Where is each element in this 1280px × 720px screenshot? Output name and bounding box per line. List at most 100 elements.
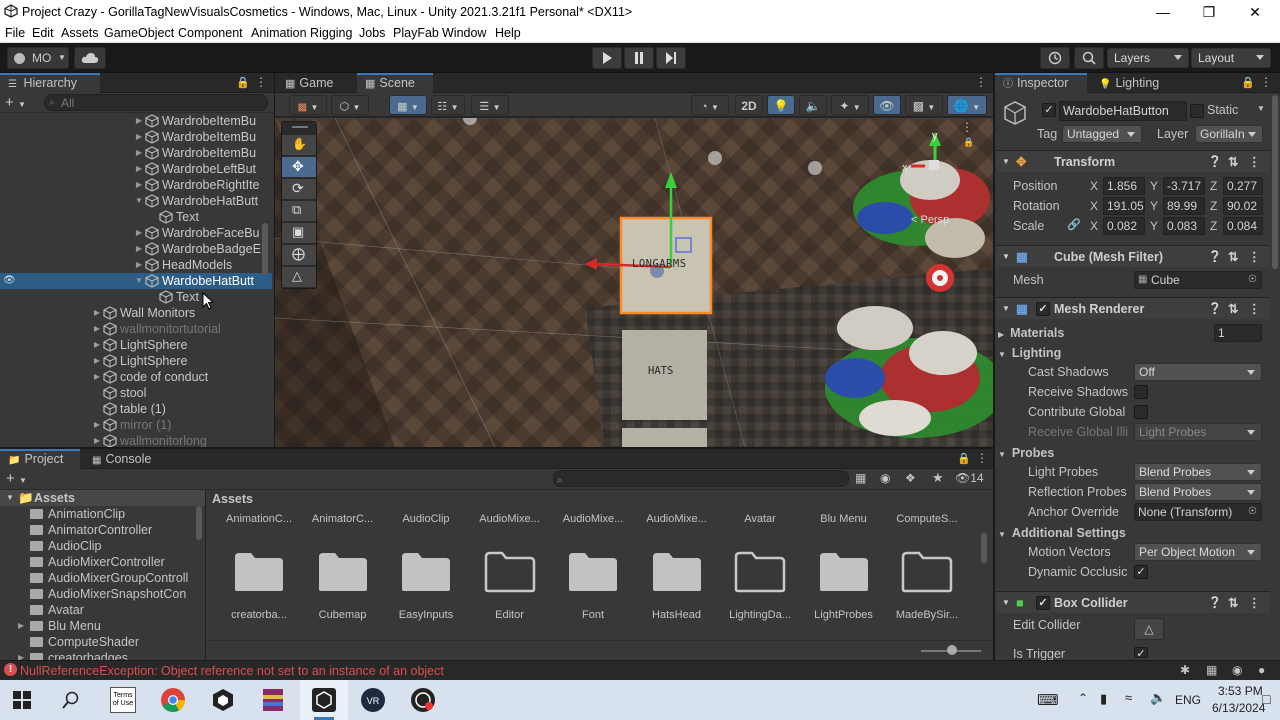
hierarchy-item[interactable]: 👁 ▼ WardobeHatButt [0, 273, 272, 289]
hand-tool[interactable]: ✋ [282, 135, 316, 156]
materials-count-field[interactable]: 1 [1214, 324, 1262, 342]
hierarchy-item[interactable]: Text [0, 289, 272, 305]
asset-label[interactable]: AnimatorC... [303, 513, 383, 525]
grid-scrollbar[interactable] [981, 533, 987, 563]
tab-lighting[interactable]: 💡 Lighting [1091, 73, 1167, 93]
hierarchy-item[interactable]: ▶ code of conduct [0, 369, 272, 385]
asset-folder-item[interactable]: MadeBySir... [887, 551, 967, 641]
expand-arrow-icon[interactable]: ▶ [18, 618, 24, 634]
camera-dropdown[interactable]: ▩ ▼ [905, 95, 943, 115]
hierarchy-item[interactable]: ▶ WardrobeRightIte [0, 177, 272, 193]
move-tool[interactable]: ✥ [282, 157, 316, 178]
box-collider-enabled-checkbox[interactable]: ✓ [1036, 596, 1050, 610]
scene-kebab-icon[interactable]: ⋮ [975, 75, 987, 89]
search-icon[interactable] [62, 691, 80, 709]
asset-label[interactable]: Blu Menu [804, 513, 884, 525]
anchor-override-field[interactable]: None (Transform) ☉ [1134, 503, 1262, 521]
menu-playfab[interactable]: PlayFab [393, 26, 439, 40]
windows-start-icon[interactable] [13, 691, 31, 709]
object-picker-icon[interactable]: ☉ [1248, 504, 1257, 520]
component-kebab-icon[interactable]: ⋮ [1248, 151, 1261, 173]
expand-arrow-icon[interactable]: ▶ [92, 417, 102, 433]
filter-by-label-icon[interactable]: ◉ [880, 471, 890, 485]
step-button[interactable] [656, 47, 686, 69]
rotation-y-field[interactable]: 89.99 [1163, 197, 1205, 215]
asset-folder-item[interactable]: Editor [470, 551, 550, 641]
hierarchy-item[interactable]: table (1) [0, 401, 272, 417]
scene-viewport[interactable]: LONGARMS HATS y x < Persp 🔒 ⋮ [275, 118, 993, 447]
menu-animation-rigging[interactable]: Animation Rigging [251, 26, 352, 40]
expand-arrow-icon[interactable]: ▶ [92, 321, 102, 337]
menu-edit[interactable]: Edit [32, 26, 54, 40]
component-kebab-icon[interactable]: ⋮ [1248, 298, 1261, 320]
expand-arrow-icon[interactable]: ▶ [92, 369, 102, 385]
hierarchy-item[interactable]: ▶ LightSphere [0, 353, 272, 369]
hierarchy-item[interactable]: ▶ WardrobeItemBu [0, 129, 272, 145]
hierarchy-scrollbar[interactable] [262, 223, 268, 275]
undo-history-button[interactable] [1040, 47, 1070, 69]
active-checkbox[interactable]: ✓ [1042, 103, 1056, 117]
language-indicator[interactable]: ENG [1175, 693, 1201, 707]
asset-label[interactable]: Avatar [720, 513, 800, 525]
cast-shadows-dropdown[interactable]: Off [1134, 363, 1262, 381]
clock-date[interactable]: 6/13/2024 [1212, 701, 1265, 715]
expand-arrow-icon[interactable]: ▼ [134, 193, 144, 209]
minimize-button[interactable]: — [1140, 2, 1186, 22]
custom-tool[interactable]: △ [282, 267, 316, 288]
search-by-type-icon[interactable]: ▦ [855, 471, 866, 485]
expand-arrow-icon[interactable]: ▶ [92, 305, 102, 321]
winrar-icon[interactable] [260, 687, 286, 713]
notifications-icon[interactable]: □ [1262, 691, 1270, 707]
tag-icon[interactable]: ❖ [905, 471, 916, 485]
inspector-kebab-icon[interactable]: ⋮ [1260, 75, 1272, 89]
expand-arrow-icon[interactable]: ▶ [92, 353, 102, 369]
position-x-field[interactable]: 1.856 [1103, 177, 1145, 195]
asset-folder-item[interactable]: LightingDa... [720, 551, 800, 641]
expand-arrow-icon[interactable]: ▶ [134, 225, 144, 241]
asset-label[interactable]: ComputeS... [887, 513, 967, 525]
asset-label[interactable]: AudioClip [386, 513, 466, 525]
viewport-kebab-icon[interactable]: ⋮ [961, 120, 973, 134]
vr-app-icon[interactable]: VR [360, 687, 386, 713]
taskbar-active-unity[interactable] [300, 680, 348, 720]
expand-arrow-icon[interactable]: ▶ [134, 145, 144, 161]
asset-folder-item[interactable]: creatorba... [219, 551, 299, 641]
static-checkbox[interactable] [1190, 104, 1204, 118]
expand-arrow-icon[interactable]: ▼ [134, 273, 144, 289]
receive-shadows-checkbox[interactable] [1134, 385, 1148, 399]
is-trigger-checkbox[interactable]: ✓ [1134, 647, 1148, 660]
tab-inspector[interactable]: ⓘ Inspector [995, 73, 1087, 93]
object-picker-icon[interactable]: ☉ [1248, 272, 1257, 288]
menu-file[interactable]: File [5, 26, 25, 40]
tab-game[interactable]: ▦ Game [277, 73, 341, 93]
asset-folder-item[interactable]: LightProbes [804, 551, 884, 641]
expand-arrow-icon[interactable]: ▶ [134, 161, 144, 177]
rect-tool[interactable]: ▣ [282, 223, 316, 244]
inspector-lock-icon[interactable]: 🔒 [1241, 76, 1255, 89]
hierarchy-item[interactable]: ▶ mirror (1) [0, 417, 272, 433]
unity-hub-icon[interactable] [210, 687, 236, 713]
asset-folder-item[interactable]: HatsHead [637, 551, 717, 641]
expand-arrow-icon[interactable]: ▶ [134, 129, 144, 145]
cloud-button[interactable] [74, 47, 106, 69]
lighting-foldout[interactable]: ▼ Lighting [998, 343, 1266, 363]
keyboard-icon[interactable]: ⌨ [1037, 691, 1059, 709]
asset-label[interactable]: AudioMixe... [470, 513, 550, 525]
tree-folder-item[interactable]: ▶ creatorbadges [0, 650, 200, 660]
notification-icon[interactable]: ● [1258, 663, 1265, 677]
tree-folder-item[interactable]: AudioClip [0, 538, 200, 554]
rotation-z-field[interactable]: 90.02 [1223, 197, 1263, 215]
tab-project[interactable]: 📁 Project [0, 449, 80, 469]
hierarchy-item[interactable]: ▶ wallmonitortutorial [0, 321, 272, 337]
scale-y-field[interactable]: 0.083 [1163, 217, 1205, 235]
tree-folder-item[interactable]: AudioMixerController [0, 554, 200, 570]
tree-folder-item[interactable]: AudioMixerSnapshotCon [0, 586, 200, 602]
asset-folder-item[interactable]: EasyInputs [386, 551, 466, 641]
grid-visibility-dropdown[interactable]: ☷ ▼ [431, 95, 465, 115]
position-z-field[interactable]: 0.277 [1223, 177, 1263, 195]
battery-icon[interactable]: ▮ [1100, 691, 1107, 707]
favorites-star-icon[interactable]: ★ [932, 470, 944, 486]
visibility-eye-icon[interactable]: 👁 [3, 273, 16, 289]
object-name-field[interactable]: WardobeHatButton [1059, 101, 1187, 121]
wifi-icon[interactable]: ≈ [1125, 690, 1132, 705]
